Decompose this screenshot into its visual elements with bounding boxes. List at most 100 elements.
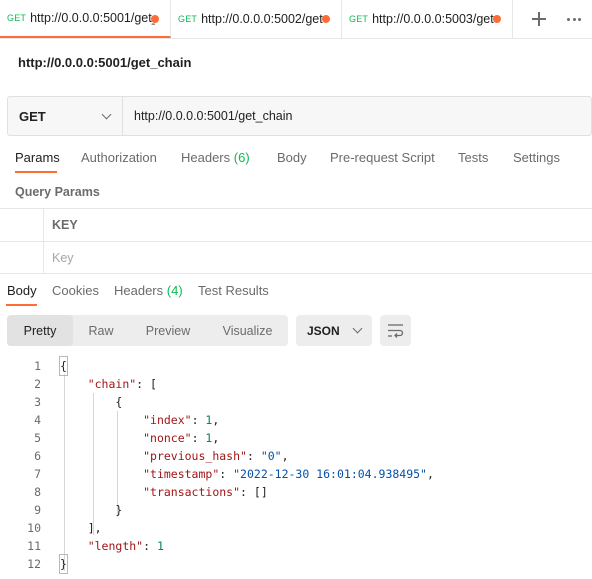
line-number: 9 [34,503,41,517]
code-text: "transactions": [] [143,485,268,499]
key-column-header: KEY [52,218,78,232]
unsaved-dot-icon [151,15,159,23]
query-params-table: KEY Key [0,208,592,274]
new-tab-plus-icon[interactable] [531,11,547,27]
format-select[interactable]: JSON [296,315,372,346]
tab-url: http://0.0.0.0:5003/get [372,12,494,26]
code-text: ], [60,521,102,535]
json-number: 1 [156,539,164,553]
tab-url: http://0.0.0.0:5001/get_chain [30,11,155,25]
code-text: } [59,554,68,574]
code-line: 6 "previous_hash": "0", [0,447,592,465]
row-gutter [0,209,44,241]
code-line: 11 "length": 1 [0,537,592,555]
code-text: "timestamp": "2022-12-30 16:01:04.938495… [143,467,434,481]
request-tab-5002[interactable]: GET http://0.0.0.0:5002/get [171,0,342,38]
request-tab-5001[interactable]: GET http://0.0.0.0:5001/get_chain [0,0,171,38]
view-pretty-button[interactable]: Pretty [7,315,73,346]
json-key: "length" [87,539,144,553]
active-response-tab-indicator [6,304,37,306]
code-text: "previous_hash": "0", [143,449,289,463]
response-headers-count: (4) [166,283,183,298]
tab-params[interactable]: Params [15,150,60,165]
code-text: { [60,395,123,409]
response-tab-cookies[interactable]: Cookies [52,283,99,298]
code-text: "length": 1 [87,539,164,553]
json-key: "chain" [87,377,137,391]
request-tab-5003[interactable]: GET http://0.0.0.0:5003/get [342,0,513,38]
json-key: "transactions" [143,485,241,499]
line-number: 12 [27,557,41,571]
json-key: "previous_hash" [143,449,247,463]
json-string: "2022-12-30 16:01:04.938495" [233,467,427,481]
line-number: 11 [27,539,41,553]
json-key: "index" [143,413,192,427]
url-bar: GET [7,96,592,136]
code-line: 4 "index": 1, [0,411,592,429]
code-line: 5 "nonce": 1, [0,429,592,447]
response-body-viewer[interactable]: 1{ 2 "chain": [ 3 { 4 "index": 1, 5 "non… [0,356,592,574]
json-key: "timestamp" [143,467,220,481]
tab-method: GET [7,13,27,23]
view-visualize-button[interactable]: Visualize [207,315,288,346]
response-tabs: Body Cookies Headers (4) Test Results [0,283,592,303]
table-header-row: KEY [0,208,592,241]
tab-url: http://0.0.0.0:5002/get [201,12,323,26]
json-key: "nonce" [143,431,192,445]
request-tabs-bar: GET http://0.0.0.0:5001/get_chain GET ht… [0,0,592,39]
key-input[interactable]: Key [52,251,74,265]
response-tab-test-results[interactable]: Test Results [198,283,269,298]
tab-method: GET [349,14,369,24]
tab-method: GET [178,14,198,24]
code-line: 2 "chain": [ [0,375,592,393]
tab-headers-label: Headers [181,150,231,165]
code-line: 3 { [0,393,592,411]
headers-count: (6) [233,150,250,165]
chevron-down-icon [352,323,363,334]
code-line: 9 } [0,501,592,519]
line-number: 2 [34,377,41,391]
code-line: 10 ], [0,519,592,537]
table-row: Key [0,241,592,274]
code-text: "chain": [ [87,377,157,391]
response-tab-body[interactable]: Body [7,283,37,298]
code-text: } [60,503,123,517]
tab-actions [513,0,581,38]
tab-pre-request-script[interactable]: Pre-request Script [330,150,435,165]
line-number: 1 [34,359,41,373]
code-text: { [59,356,68,376]
json-array: [] [253,485,268,499]
line-number: 10 [27,521,41,535]
request-title[interactable]: http://0.0.0.0:5001/get_chain [18,55,191,70]
query-params-label: Query Params [15,185,100,199]
view-mode-group: Pretty Raw Preview Visualize [7,315,288,346]
code-text: "nonce": 1, [143,431,220,445]
url-input[interactable] [123,97,591,135]
line-number: 6 [34,449,41,463]
tab-authorization[interactable]: Authorization [81,150,157,165]
view-raw-button[interactable]: Raw [73,315,129,346]
response-headers-label: Headers [114,283,164,298]
response-tab-headers[interactable]: Headers (4) [114,283,183,298]
code-line: 12} [0,554,592,574]
method-label: GET [19,108,46,124]
tab-body[interactable]: Body [277,150,307,165]
active-tab-indicator [15,171,57,173]
line-number: 5 [34,431,41,445]
tab-tests[interactable]: Tests [458,150,488,165]
view-preview-button[interactable]: Preview [129,315,207,346]
tab-headers[interactable]: Headers (6) [181,150,250,165]
method-select[interactable]: GET [8,97,123,135]
wrap-lines-icon [388,324,404,338]
wrap-lines-button[interactable] [380,315,411,346]
tab-settings[interactable]: Settings [513,150,560,165]
code-text: "index": 1, [143,413,220,427]
json-string: "0" [260,449,282,463]
unsaved-dot-icon [493,15,501,23]
more-tabs-icon[interactable] [567,17,581,21]
format-label: JSON [307,323,340,338]
code-line: 1{ [0,356,592,376]
chevron-down-icon [101,109,112,119]
code-line: 8 "transactions": [] [0,483,592,501]
line-number: 4 [34,413,41,427]
